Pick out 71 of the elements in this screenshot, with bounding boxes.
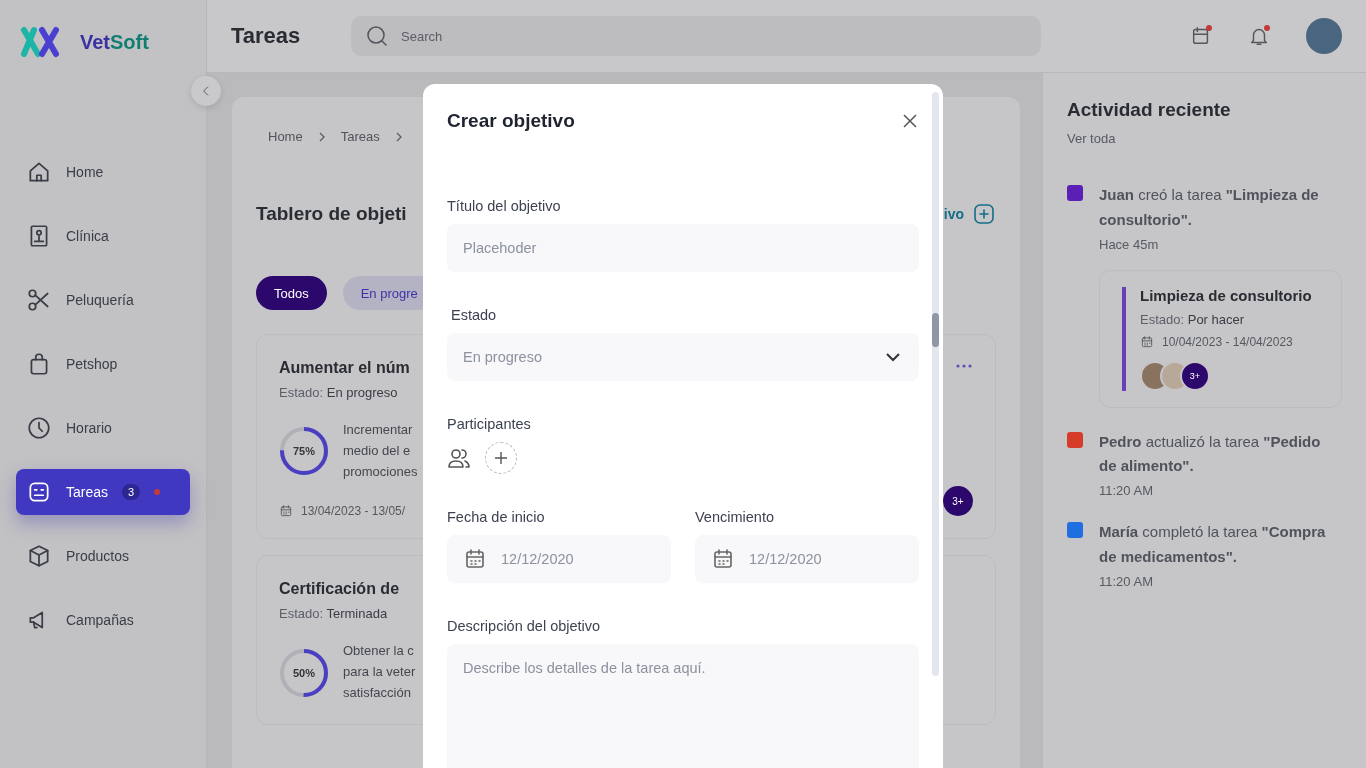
nav-icon [26, 479, 52, 505]
description-input[interactable]: Describe los detalles de la tarea aquí. [447, 644, 919, 768]
page-title: Tareas [231, 23, 302, 49]
more-participants-badge: 3+ [943, 486, 973, 517]
bell-icon[interactable] [1248, 25, 1270, 47]
field-label: Título del objetivo [447, 198, 562, 214]
breadcrumb-link[interactable]: Home [268, 129, 303, 144]
activity-title: Actividad reciente [1067, 99, 1232, 121]
scrollbar[interactable] [932, 92, 939, 676]
close-button[interactable] [901, 112, 919, 130]
date-input[interactable]: 12/12/2020 [695, 535, 919, 583]
breadcrumb-link[interactable]: Tareas [340, 129, 380, 144]
status-select[interactable]: En progreso [447, 333, 919, 381]
goal-status: Estado: Terminada [279, 606, 388, 622]
more-icon[interactable] [955, 363, 973, 369]
task-title: Limpieza de consultorio [1140, 286, 1312, 304]
calendar-icon [279, 504, 293, 519]
nav-item[interactable]: Clínica [16, 216, 190, 256]
scrollbar-thumb[interactable] [932, 313, 939, 347]
task-status: Estado: Por hacer [1140, 311, 1245, 327]
nav-item[interactable]: Productos [16, 536, 190, 576]
dialog-title: Crear objetivo [447, 110, 575, 132]
calendar-icon [463, 547, 487, 571]
board-title: Tablero de objeti [256, 203, 407, 225]
progress-reading: 75% [292, 444, 316, 460]
people-icon [447, 446, 471, 470]
goal-status: Estado: En progreso [279, 385, 398, 400]
goal-description: Obtener la c para la veter satisfacción [343, 642, 416, 702]
calendar-icon [1140, 334, 1154, 349]
nav-item[interactable]: Campañas [16, 600, 190, 640]
field-label: Descripción del objetivo [447, 618, 602, 634]
activity-time: Hace 45m [1099, 236, 1160, 252]
nav-icon [26, 543, 52, 569]
field-label: Vencimiento [695, 509, 775, 525]
goal-title: Aumentar el núm [279, 359, 410, 377]
activity-text: María completó la tarea "Compra de medicamentos". [1099, 522, 1327, 567]
progress-reading: 50% [292, 665, 316, 681]
nav-item[interactable]: Home [16, 152, 190, 192]
activity-text: Juan creó la tarea "Limpieza de consultorio". [1099, 185, 1320, 230]
calendar-icon[interactable] [1190, 25, 1212, 47]
search-icon [365, 24, 389, 48]
search-field[interactable]: Search [351, 16, 1041, 56]
nav-item[interactable]: Tareas 3 [16, 469, 190, 515]
field-label: Fecha de inicio [447, 509, 546, 525]
filter-tab[interactable]: Todos [256, 276, 327, 310]
date-range: 10/04/2023 - 14/04/2023 [1162, 334, 1293, 349]
plus-icon [972, 202, 996, 226]
nav-item[interactable]: Horario [16, 408, 190, 448]
logo-text: VetSoft [80, 30, 149, 54]
activity-time: 11:20 AM [1099, 483, 1154, 498]
goal-description: Incrementar medio del e promociones [343, 421, 418, 481]
user-avatar[interactable] [1306, 18, 1342, 54]
nav-icon [26, 287, 52, 313]
logo-icon [20, 24, 60, 60]
activity-text: Pedro actualizó la tarea "Pedido de alimento". [1099, 431, 1322, 477]
field-label: Estado [450, 307, 498, 323]
date-input[interactable]: 12/12/2020 [447, 535, 671, 583]
new-goal-button[interactable]: ivo [943, 202, 996, 226]
nav-item[interactable]: Petshop [16, 344, 190, 384]
activity-time: 11:20 AM [1099, 573, 1154, 589]
view-all-link[interactable]: Ver toda [1067, 131, 1116, 146]
plus-icon [494, 451, 508, 465]
date-range: 13/04/2023 - 13/05/ [301, 504, 406, 519]
goal-title: Certificación de [279, 580, 400, 599]
title-input[interactable]: Placehoder [447, 224, 919, 272]
field-label: Participantes [447, 416, 532, 432]
count-badge: 3 [122, 484, 141, 500]
more-participants-badge: 3+ [1180, 360, 1210, 391]
nav-item[interactable]: Peluquería [16, 280, 190, 320]
nav-icon [26, 415, 52, 441]
calendar-icon [711, 547, 735, 571]
